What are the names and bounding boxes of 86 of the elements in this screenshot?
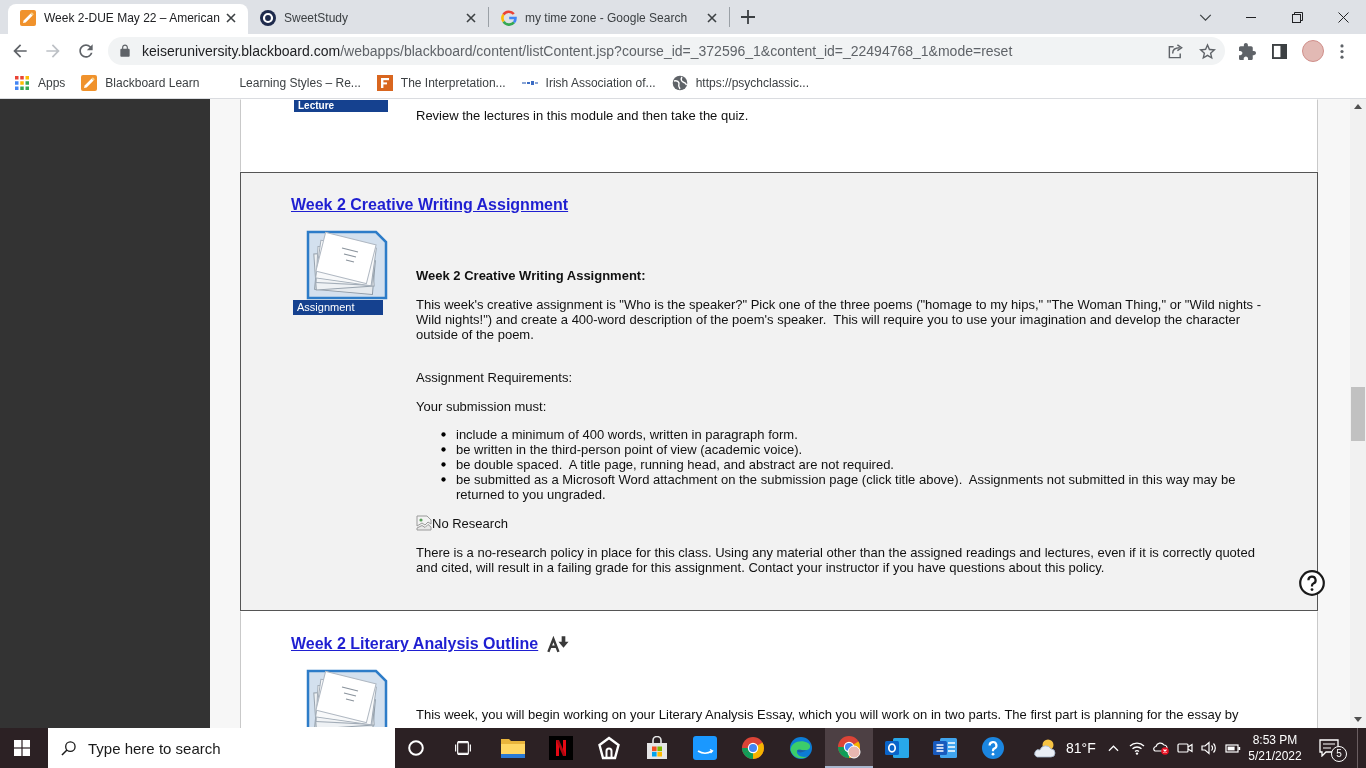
ribbon-logo-icon bbox=[549, 736, 573, 760]
share-icon[interactable] bbox=[1167, 42, 1184, 60]
scroll-up-icon[interactable] bbox=[1354, 104, 1362, 109]
paragraph-text: Review the lectures in this module and then take the quiz. bbox=[416, 108, 750, 123]
address-bar[interactable]: keiseruniversity.blackboard.com/webapps/blackboard/content/listContent.jsp?course_id=_372596_1&content_id=_22494768_1&mode=reset bbox=[108, 37, 1225, 65]
notification-button[interactable]: 5 bbox=[1305, 728, 1353, 768]
plus-icon[interactable] bbox=[740, 9, 756, 25]
circle-logo-avatar-icon bbox=[837, 735, 861, 759]
pentagon-icon bbox=[597, 736, 621, 760]
icon-label: Lecture bbox=[294, 100, 388, 112]
paragraph-text: Your submission must: bbox=[416, 399, 548, 414]
dash-logo-icon bbox=[521, 79, 538, 87]
list-item-text: be double spaced. A title page, running head, and abstract are not required. bbox=[456, 457, 895, 472]
list-item-text: include a minimum of 400 words, written in paragraph form. bbox=[456, 427, 799, 442]
browser-tab[interactable]: SweetStudy bbox=[248, 4, 488, 34]
document-stack-icon bbox=[306, 230, 388, 300]
wave-logo-icon bbox=[789, 736, 813, 760]
a-download-icon[interactable] bbox=[547, 635, 570, 653]
image-alt-text: No Research bbox=[432, 515, 508, 531]
segmented-ring-icon bbox=[501, 9, 517, 26]
bookmark-item[interactable]: Apps bbox=[8, 70, 72, 96]
menu-icon[interactable] bbox=[1340, 43, 1344, 59]
search-field[interactable]: Type here to search bbox=[48, 728, 395, 768]
bookmark-item[interactable]: The Interpretation... bbox=[370, 70, 512, 96]
reload-icon[interactable] bbox=[76, 41, 96, 61]
lock-icon[interactable] bbox=[118, 44, 132, 58]
chevron-up-icon[interactable] bbox=[1107, 744, 1119, 752]
globe-icon bbox=[671, 75, 688, 91]
bullet-icon bbox=[441, 477, 446, 482]
shopping-bag-icon bbox=[645, 736, 669, 760]
circle-logo-icon bbox=[741, 736, 765, 760]
cloud-error-icon[interactable] bbox=[1153, 741, 1169, 755]
windows-logo-icon[interactable] bbox=[14, 740, 30, 756]
bookmark-item[interactable]: Irish Association of... bbox=[515, 70, 662, 96]
broken-image-icon bbox=[416, 515, 432, 531]
scroll-down-icon[interactable] bbox=[1354, 717, 1362, 722]
taskbar-button[interactable] bbox=[825, 728, 873, 768]
list-item-text: be written in the third-person point of view (academic voice). bbox=[456, 442, 804, 457]
browser-tab[interactable]: my time zone - Google Search bbox=[489, 4, 729, 34]
scrollbar[interactable] bbox=[1350, 99, 1366, 728]
help-icon bbox=[981, 736, 1005, 760]
list-item-text: be submitted as a Microsoft Word attachment on the submission page (click title above). Assignments not submitted in this way may be returned to you ungraded. bbox=[456, 472, 1237, 502]
ring-icon[interactable] bbox=[408, 740, 424, 756]
bookmark-item[interactable]: Blackboard Learn bbox=[75, 70, 206, 96]
grid-icon bbox=[14, 75, 30, 91]
wifi-icon[interactable] bbox=[1129, 741, 1145, 755]
restore-icon[interactable] bbox=[1291, 11, 1303, 23]
item-title-link[interactable]: Week 2 Literary Analysis Outline bbox=[291, 636, 539, 652]
speaker-icon[interactable] bbox=[1201, 741, 1217, 755]
camera-icon[interactable] bbox=[1177, 741, 1193, 755]
paragraph-text: This week, you will begin working on your Literary Analysis Essay, which you will work on in two parts. The first part is planning for the essay by bbox=[416, 707, 1240, 722]
bullet-icon bbox=[441, 462, 446, 467]
cloud-sun-icon bbox=[1033, 738, 1057, 758]
task-view-icon[interactable] bbox=[455, 740, 471, 756]
ring-logo-icon bbox=[260, 9, 276, 26]
browser-tab[interactable]: Week 2-DUE May 22 – American bbox=[8, 4, 248, 34]
chevron-down-icon[interactable] bbox=[1198, 13, 1212, 21]
scrollbar-thumb[interactable] bbox=[1351, 387, 1365, 441]
minimize-icon[interactable] bbox=[1246, 16, 1256, 18]
video-tile-icon bbox=[693, 736, 717, 760]
ring-tile-icon bbox=[885, 736, 909, 760]
icon-label: Assignment bbox=[293, 300, 383, 315]
description-heading: Week 2 Creative Writing Assignment: bbox=[416, 268, 647, 283]
url-text: keiseruniversity.blackboard.com/webapps/blackboard/content/listContent.jsp?course_id=_372596_1&content_id=_22494768_1&mode=reset bbox=[142, 43, 1013, 59]
search-icon bbox=[61, 741, 76, 756]
document-tile-icon bbox=[933, 736, 957, 760]
star-icon[interactable] bbox=[1199, 42, 1216, 60]
weather-button[interactable]: 81°F bbox=[1033, 738, 1096, 758]
clock-button[interactable]: 8:53 PM 5/21/2022 bbox=[1245, 732, 1305, 764]
paragraph-text: This week's creative assignment is "Who is the speaker?" Pick one of the three poems ("homage to my hips," "The Woman Thing," or "Wild nights - Wild nights!") and create a 400-word description of the poem's speaker. This will require you to use your imagination and develop the character outside of the poem. bbox=[416, 297, 1262, 342]
bars-tile-icon bbox=[376, 75, 393, 91]
bullet-icon bbox=[441, 447, 446, 452]
side-panel-icon[interactable] bbox=[1272, 43, 1287, 59]
bullet-icon bbox=[441, 432, 446, 437]
section-label: Assignment Requirements: bbox=[416, 370, 574, 385]
bookmark-item[interactable]: Learning Styles – Re... bbox=[209, 70, 367, 96]
pencil-tile-icon bbox=[81, 75, 98, 91]
puzzle-icon[interactable] bbox=[1239, 42, 1256, 60]
item-title-link[interactable]: Week 2 Creative Writing Assignment bbox=[291, 197, 569, 213]
notification-count: 5 bbox=[1331, 746, 1347, 762]
close-icon[interactable] bbox=[1337, 11, 1349, 23]
battery-icon[interactable] bbox=[1225, 741, 1241, 755]
pencil-tile-icon bbox=[20, 9, 36, 26]
bookmark-item[interactable]: https://psychclassic... bbox=[665, 70, 815, 96]
folder-icon bbox=[501, 738, 525, 758]
paragraph-text: There is a no-research policy in place for this class. Using any material other than the assigned readings and lectures, even if it is correctly quoted and cited, will result in a failing grade for this assignment. Contact your instructor if you have questions about this policy. bbox=[416, 545, 1256, 575]
